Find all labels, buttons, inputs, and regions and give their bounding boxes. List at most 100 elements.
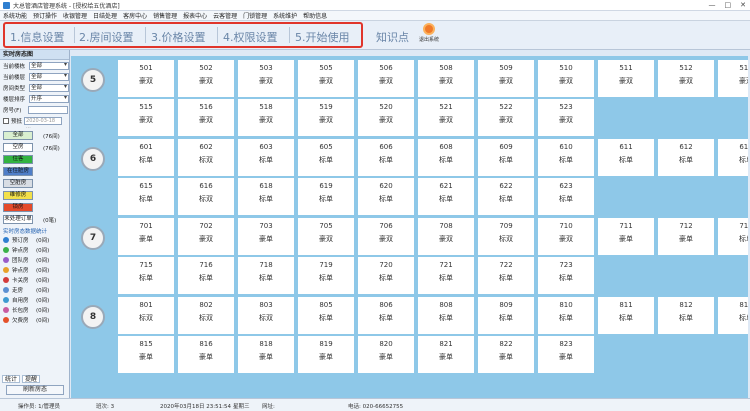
tab-statistics[interactable]: 统计 bbox=[2, 375, 21, 383]
room-card[interactable]: 519 豪双 bbox=[298, 99, 354, 136]
room-card[interactable]: 801 标双 bbox=[118, 297, 174, 334]
room-card[interactable]: 616 标双 bbox=[178, 178, 234, 215]
room-card[interactable]: 806 标单 bbox=[358, 297, 414, 334]
room-card[interactable]: 602 标双 bbox=[178, 139, 234, 176]
tab-reminders[interactable]: 提醒 bbox=[22, 375, 41, 383]
room-card[interactable]: 815 豪单 bbox=[118, 336, 174, 373]
room-card[interactable]: 609 标单 bbox=[478, 139, 534, 176]
room-card[interactable]: 612 标单 bbox=[658, 139, 714, 176]
room-card[interactable]: 810 标单 bbox=[538, 297, 594, 334]
room-card[interactable]: 818 豪单 bbox=[238, 336, 294, 373]
room-card[interactable]: 710 豪双 bbox=[538, 218, 594, 255]
room-card[interactable]: 713 标单 bbox=[718, 218, 748, 255]
menu-item[interactable]: 预订操作 bbox=[33, 11, 57, 20]
room-card[interactable]: 716 标单 bbox=[178, 257, 234, 294]
room-card[interactable]: 608 标单 bbox=[418, 139, 474, 176]
room-card[interactable]: 715 标单 bbox=[118, 257, 174, 294]
floor-marker[interactable]: 5 bbox=[81, 68, 105, 92]
toolbar-permission-settings[interactable]: 4.权限设置 bbox=[223, 29, 278, 45]
room-card[interactable]: 816 豪单 bbox=[178, 336, 234, 373]
maximize-button[interactable]: □ bbox=[725, 1, 732, 9]
room-card[interactable]: 708 豪双 bbox=[418, 218, 474, 255]
room-card[interactable]: 702 豪双 bbox=[178, 218, 234, 255]
room-card[interactable]: 822 豪单 bbox=[478, 336, 534, 373]
room-card[interactable]: 606 标单 bbox=[358, 139, 414, 176]
room-card[interactable]: 613 标单 bbox=[718, 139, 748, 176]
room-card[interactable]: 711 豪单 bbox=[598, 218, 654, 255]
room-card[interactable]: 701 豪单 bbox=[118, 218, 174, 255]
room-card[interactable]: 503 豪双 bbox=[238, 60, 294, 97]
filter-select[interactable]: 全部 bbox=[29, 62, 69, 70]
room-card[interactable]: 611 标单 bbox=[598, 139, 654, 176]
status-filter-button[interactable]: 全部 bbox=[3, 131, 33, 140]
room-card[interactable]: 802 标双 bbox=[178, 297, 234, 334]
room-card[interactable]: 603 标单 bbox=[238, 139, 294, 176]
room-card[interactable]: 819 豪单 bbox=[298, 336, 354, 373]
status-filter-button[interactable]: 空房 bbox=[3, 143, 33, 152]
room-search-input[interactable] bbox=[28, 106, 68, 114]
room-card[interactable]: 518 豪双 bbox=[238, 99, 294, 136]
room-card[interactable]: 720 标单 bbox=[358, 257, 414, 294]
room-card[interactable]: 615 标单 bbox=[118, 178, 174, 215]
filter-select[interactable]: 全部 bbox=[29, 84, 69, 92]
room-card[interactable]: 721 标单 bbox=[418, 257, 474, 294]
room-card[interactable]: 705 豪双 bbox=[298, 218, 354, 255]
room-card[interactable]: 813 标单 bbox=[718, 297, 748, 334]
room-card[interactable]: 619 标单 bbox=[298, 178, 354, 215]
room-card[interactable]: 511 豪双 bbox=[598, 60, 654, 97]
room-card[interactable]: 515 豪双 bbox=[118, 99, 174, 136]
status-filter-button[interactable]: 住客 bbox=[3, 155, 33, 164]
arrival-checkbox[interactable] bbox=[3, 118, 9, 124]
room-card[interactable]: 509 豪双 bbox=[478, 60, 534, 97]
room-card[interactable]: 703 豪单 bbox=[238, 218, 294, 255]
menu-item[interactable]: 系统功能 bbox=[3, 11, 27, 20]
exit-system-button[interactable]: 退出系统 bbox=[418, 23, 440, 43]
room-card[interactable]: 605 标单 bbox=[298, 139, 354, 176]
minimize-button[interactable]: — bbox=[709, 1, 716, 9]
floor-marker[interactable]: 8 bbox=[81, 305, 105, 329]
room-card[interactable]: 513 豪双 bbox=[718, 60, 748, 97]
room-card[interactable]: 823 豪单 bbox=[538, 336, 594, 373]
room-card[interactable]: 808 标单 bbox=[418, 297, 474, 334]
room-card[interactable]: 821 豪单 bbox=[418, 336, 474, 373]
close-button[interactable]: ✕ bbox=[740, 1, 746, 9]
room-card[interactable]: 709 标双 bbox=[478, 218, 534, 255]
room-card[interactable]: 723 标单 bbox=[538, 257, 594, 294]
menu-item[interactable]: 报表中心 bbox=[183, 11, 207, 20]
room-card[interactable]: 618 标单 bbox=[238, 178, 294, 215]
toolbar-start-using[interactable]: 5.开始使用 bbox=[295, 29, 350, 45]
toolbar-price-settings[interactable]: 3.价格设置 bbox=[151, 29, 206, 45]
room-card[interactable]: 706 豪双 bbox=[358, 218, 414, 255]
status-filter-button[interactable]: 锁房 bbox=[3, 203, 33, 212]
menu-item[interactable]: 云客管理 bbox=[213, 11, 237, 20]
status-filter-button[interactable]: 维修房 bbox=[3, 191, 33, 200]
filter-select[interactable]: 升序 bbox=[29, 95, 69, 103]
room-card[interactable]: 510 豪双 bbox=[538, 60, 594, 97]
room-card[interactable]: 501 豪双 bbox=[118, 60, 174, 97]
room-card[interactable]: 506 豪双 bbox=[358, 60, 414, 97]
room-card[interactable]: 812 标单 bbox=[658, 297, 714, 334]
status-filter-button[interactable]: 未处理订单 bbox=[3, 215, 33, 224]
floor-marker[interactable]: 6 bbox=[81, 147, 105, 171]
toolbar-info-settings[interactable]: 1.信息设置 bbox=[10, 29, 65, 45]
room-card[interactable]: 521 豪双 bbox=[418, 99, 474, 136]
menu-item[interactable]: 帮助信息 bbox=[303, 11, 327, 20]
floor-marker[interactable]: 7 bbox=[81, 226, 105, 250]
room-card[interactable]: 601 标单 bbox=[118, 139, 174, 176]
room-card[interactable]: 712 豪单 bbox=[658, 218, 714, 255]
room-card[interactable]: 809 标单 bbox=[478, 297, 534, 334]
room-card[interactable]: 512 豪双 bbox=[658, 60, 714, 97]
toolbar-knowledge[interactable]: 知识点 bbox=[376, 29, 409, 45]
room-card[interactable]: 516 豪双 bbox=[178, 99, 234, 136]
room-card[interactable]: 718 标单 bbox=[238, 257, 294, 294]
room-card[interactable]: 623 标单 bbox=[538, 178, 594, 215]
room-card[interactable]: 811 标单 bbox=[598, 297, 654, 334]
arrival-date-input[interactable]: 2020-03-18 ... bbox=[24, 117, 63, 130]
room-card[interactable]: 620 标单 bbox=[358, 178, 414, 215]
room-card[interactable]: 505 豪双 bbox=[298, 60, 354, 97]
room-card[interactable]: 508 豪双 bbox=[418, 60, 474, 97]
room-card[interactable]: 803 标双 bbox=[238, 297, 294, 334]
room-card[interactable]: 522 豪双 bbox=[478, 99, 534, 136]
room-card[interactable]: 722 标单 bbox=[478, 257, 534, 294]
refresh-status-button[interactable]: 刷新房态 bbox=[6, 385, 64, 395]
